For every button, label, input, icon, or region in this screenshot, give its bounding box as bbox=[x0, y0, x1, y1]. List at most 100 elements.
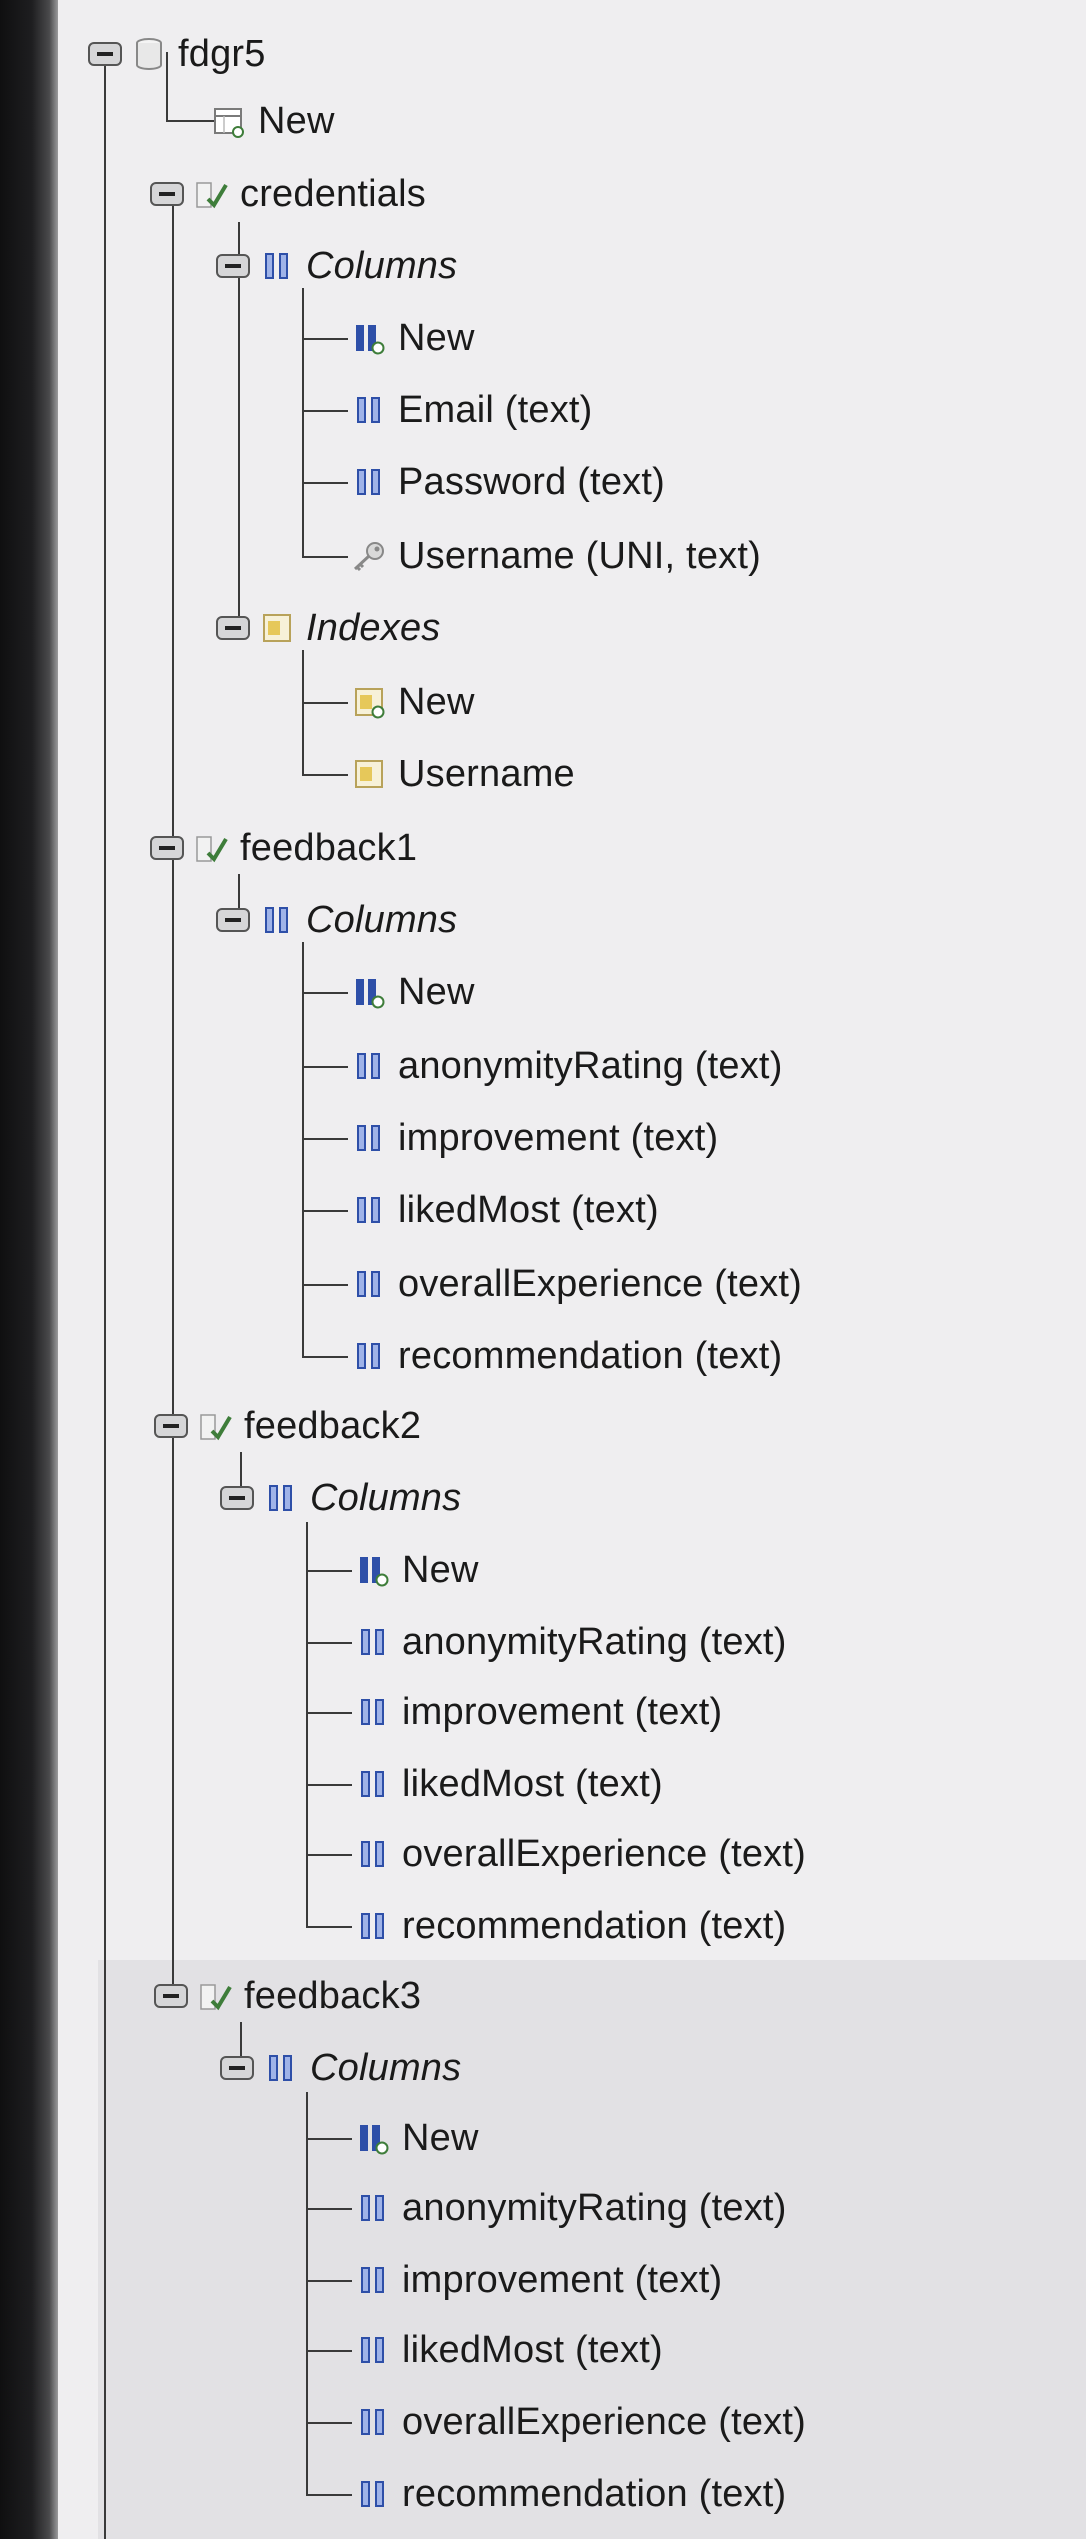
tree-node-database[interactable]: fdgr5 bbox=[88, 22, 266, 86]
tree-node-column[interactable]: improvement (text) bbox=[354, 1680, 722, 1744]
tree-line bbox=[306, 2422, 352, 2424]
column-label: likedMost (text) bbox=[398, 1188, 659, 1231]
tree-line bbox=[306, 2138, 352, 2140]
monitor-bezel bbox=[0, 0, 58, 2539]
tree-node-table-feedback3[interactable]: feedback3 bbox=[154, 1964, 421, 2028]
tree-node-column[interactable]: likedMost (text) bbox=[354, 1752, 663, 1816]
tree-node-new-column[interactable]: New bbox=[354, 1538, 479, 1602]
column-icon bbox=[350, 391, 388, 429]
column-icon bbox=[354, 2331, 392, 2369]
tree-line bbox=[306, 2208, 352, 2210]
tree-node-column-key[interactable]: Username (UNI, text) bbox=[350, 524, 761, 588]
tree-line bbox=[302, 1356, 348, 1358]
table-icon bbox=[196, 1407, 234, 1445]
column-label: likedMost (text) bbox=[402, 2328, 663, 2371]
column-icon bbox=[354, 1693, 392, 1731]
column-icon bbox=[350, 1047, 388, 1085]
tree-node-column[interactable]: overallExperience (text) bbox=[354, 1822, 806, 1886]
tree-node-new-index[interactable]: New bbox=[350, 670, 475, 734]
tree-node-column[interactable]: anonymityRating (text) bbox=[350, 1034, 783, 1098]
tree-line bbox=[302, 774, 348, 776]
table-icon bbox=[192, 175, 230, 213]
tree-node-column[interactable]: anonymityRating (text) bbox=[354, 1610, 787, 1674]
collapse-toggle[interactable] bbox=[216, 908, 250, 932]
collapse-toggle[interactable] bbox=[150, 182, 184, 206]
tree-node-indexes[interactable]: Indexes bbox=[216, 596, 441, 660]
column-icon bbox=[354, 1907, 392, 1945]
tree-node-new-table[interactable]: New bbox=[210, 89, 335, 153]
tree-node-column[interactable]: overallExperience (text) bbox=[354, 2390, 806, 2454]
column-icon bbox=[354, 2189, 392, 2227]
new-column-icon bbox=[354, 1551, 392, 1589]
tree-node-column[interactable]: likedMost (text) bbox=[350, 1178, 659, 1242]
column-icon bbox=[350, 1265, 388, 1303]
column-label: Username (UNI, text) bbox=[398, 534, 761, 577]
tree-line bbox=[302, 556, 348, 558]
column-label: likedMost (text) bbox=[402, 1762, 663, 1805]
index-icon bbox=[350, 755, 388, 793]
tree-node-column[interactable]: Password (text) bbox=[350, 450, 665, 514]
tree-node-column[interactable]: Email (text) bbox=[350, 378, 593, 442]
collapse-toggle[interactable] bbox=[220, 1486, 254, 1510]
index-label: New bbox=[398, 680, 475, 723]
indexes-icon bbox=[258, 609, 296, 647]
tree-node-table-credentials[interactable]: credentials bbox=[150, 162, 426, 226]
tree-line bbox=[306, 1522, 308, 1928]
tree-node-column[interactable]: improvement (text) bbox=[350, 1106, 718, 1170]
tree-node-table-feedback1[interactable]: feedback1 bbox=[150, 816, 417, 880]
tree-node-column[interactable]: recommendation (text) bbox=[350, 1324, 782, 1388]
column-label: New bbox=[398, 316, 475, 359]
table-name: feedback3 bbox=[244, 1974, 422, 2017]
tree-line bbox=[306, 1642, 352, 1644]
tree-line bbox=[306, 1712, 352, 1714]
collapse-toggle[interactable] bbox=[150, 836, 184, 860]
column-label: New bbox=[402, 2116, 479, 2159]
tree-line bbox=[306, 2280, 352, 2282]
new-table-icon bbox=[210, 102, 248, 140]
column-icon bbox=[350, 463, 388, 501]
table-name: feedback1 bbox=[240, 826, 418, 869]
collapse-toggle[interactable] bbox=[216, 254, 250, 278]
tree-node-index[interactable]: Username bbox=[350, 742, 575, 806]
table-name: feedback2 bbox=[244, 1404, 422, 1447]
tree-node-columns[interactable]: Columns bbox=[220, 2036, 461, 2100]
column-icon bbox=[354, 2475, 392, 2513]
collapse-toggle[interactable] bbox=[154, 1984, 188, 2008]
column-label: improvement (text) bbox=[402, 1690, 723, 1733]
tree-line bbox=[172, 192, 174, 2002]
collapse-toggle[interactable] bbox=[154, 1414, 188, 1438]
table-name: credentials bbox=[240, 172, 426, 215]
tree-node-column[interactable]: anonymityRating (text) bbox=[354, 2176, 787, 2240]
tree-line bbox=[306, 1784, 352, 1786]
column-icon bbox=[354, 2261, 392, 2299]
tree-line bbox=[302, 288, 304, 558]
tree-line bbox=[104, 52, 106, 2539]
tree-line bbox=[306, 2494, 352, 2496]
tree-line bbox=[306, 1926, 352, 1928]
columns-group-label: Columns bbox=[306, 898, 458, 941]
tree-node-new-column[interactable]: New bbox=[350, 960, 475, 1024]
column-icon bbox=[350, 1337, 388, 1375]
columns-icon bbox=[258, 247, 296, 285]
tree-node-column[interactable]: overallExperience (text) bbox=[350, 1252, 802, 1316]
tree-line bbox=[302, 1138, 348, 1140]
tree-node-table-feedback2[interactable]: feedback2 bbox=[154, 1394, 421, 1458]
tree-node-new-column[interactable]: New bbox=[350, 306, 475, 370]
new-index-icon bbox=[350, 683, 388, 721]
indexes-group-label: Indexes bbox=[306, 606, 441, 649]
column-label: recommendation (text) bbox=[398, 1334, 783, 1377]
tree-node-column[interactable]: likedMost (text) bbox=[354, 2318, 663, 2382]
column-label: New bbox=[402, 1548, 479, 1591]
tree-node-columns[interactable]: Columns bbox=[216, 888, 457, 952]
collapse-toggle[interactable] bbox=[220, 2056, 254, 2080]
collapse-toggle[interactable] bbox=[216, 616, 250, 640]
collapse-toggle[interactable] bbox=[88, 42, 122, 66]
tree-node-column[interactable]: recommendation (text) bbox=[354, 2462, 786, 2526]
tree-node-column[interactable]: recommendation (text) bbox=[354, 1894, 786, 1958]
tree-node-column[interactable]: improvement (text) bbox=[354, 2248, 722, 2312]
tree-node-columns[interactable]: Columns bbox=[220, 1466, 461, 1530]
column-label: anonymityRating (text) bbox=[398, 1044, 783, 1087]
tree-node-columns[interactable]: Columns bbox=[216, 234, 457, 298]
tree-node-new-column[interactable]: New bbox=[354, 2106, 479, 2170]
new-table-label: New bbox=[258, 99, 335, 142]
